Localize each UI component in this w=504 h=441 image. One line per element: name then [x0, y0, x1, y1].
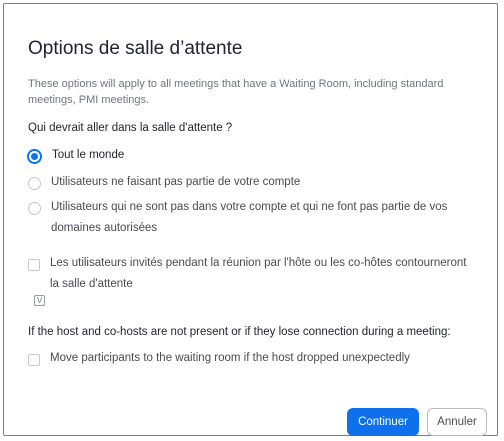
host-absent-section-label: If the host and co-hosts are not present… — [28, 326, 451, 338]
continue-button[interactable]: Continuer — [347, 408, 419, 436]
move-participants-label: Move participants to the waiting room if… — [50, 352, 410, 364]
dialog-description: These options will apply to all meetings… — [28, 78, 444, 106]
cancel-button[interactable]: Annuler — [427, 408, 487, 436]
dialog-title: Options de salle d’attente — [28, 38, 243, 59]
radio-option-non-account-users[interactable]: Utilisateurs ne faisant pas partie de vo… — [28, 176, 300, 193]
expand-icon[interactable]: V — [34, 295, 45, 306]
radio-button[interactable] — [28, 177, 41, 190]
invited-bypass-checkbox[interactable] — [28, 259, 40, 271]
move-participants-checkbox[interactable] — [28, 354, 40, 366]
radio-label-non-account-non-domain-users: Utilisateurs qui ne sont pas dans votre … — [51, 201, 448, 234]
radio-option-non-account-non-domain-users[interactable]: Utilisateurs qui ne sont pas dans votre … — [28, 201, 473, 239]
radio-label-non-account-users: Utilisateurs ne faisant pas partie de vo… — [51, 176, 301, 188]
invited-bypass-option[interactable]: Les utilisateurs invités pendant la réun… — [28, 257, 473, 295]
invited-bypass-label: Les utilisateurs invités pendant la réun… — [50, 257, 467, 290]
move-participants-option[interactable]: Move participants to the waiting room if… — [28, 352, 473, 369]
radio-button[interactable] — [28, 202, 41, 215]
radio-option-everyone[interactable]: Tout le monde — [27, 149, 124, 166]
who-waiting-room-question: Qui devrait aller dans la salle d'attent… — [28, 122, 233, 134]
radio-button-checked[interactable] — [27, 149, 42, 164]
waiting-room-options-dialog: Options de salle d’attente These options… — [3, 3, 498, 436]
radio-label-everyone: Tout le monde — [52, 149, 125, 161]
